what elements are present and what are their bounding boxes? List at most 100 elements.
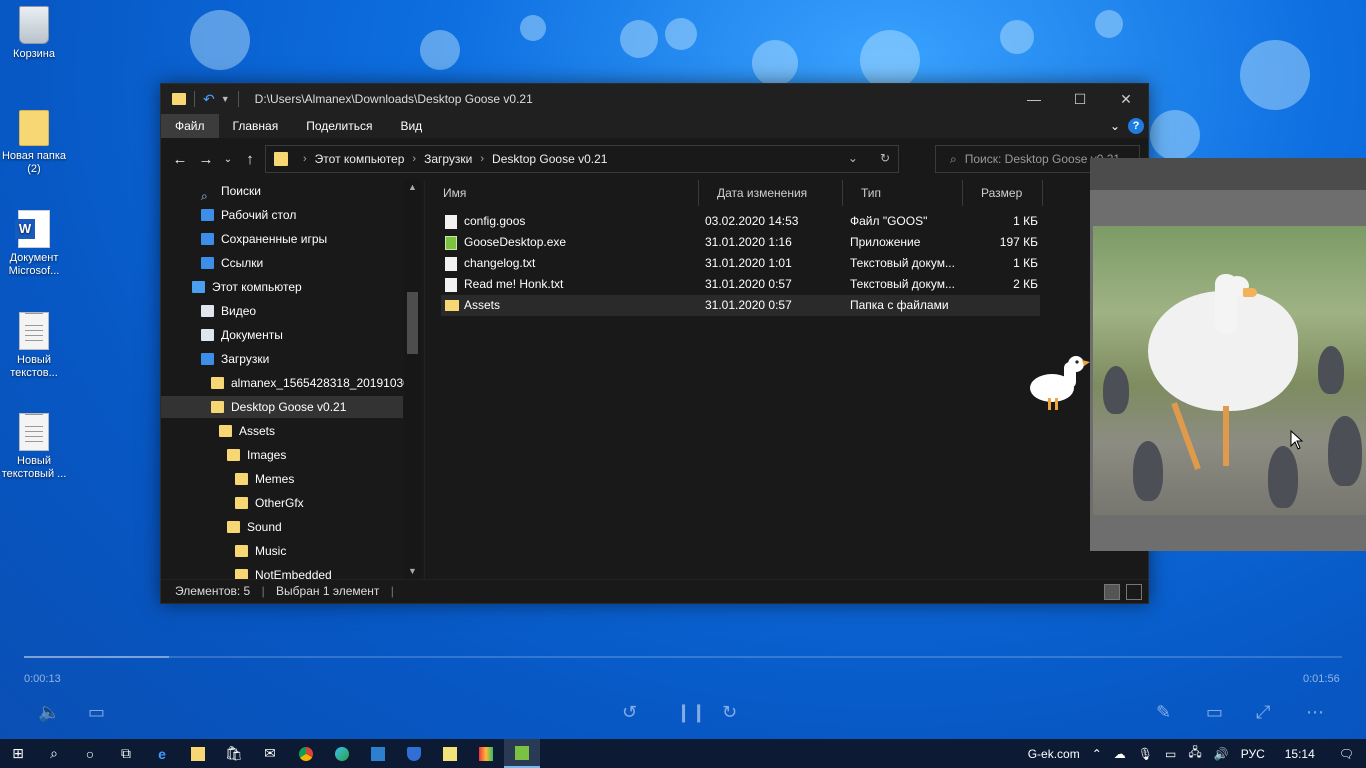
breadcrumb-downloads[interactable]: Загрузки	[424, 152, 472, 166]
rewind-10-icon[interactable]: ↺	[622, 702, 637, 723]
goose-desktop-taskbar-icon[interactable]	[504, 739, 540, 768]
subtitles-icon[interactable]: ▭	[88, 702, 105, 723]
meme-popup-window[interactable]	[1090, 158, 1366, 551]
forward-30-icon[interactable]: ↻	[722, 702, 737, 723]
task-view-icon[interactable]: ⧉	[108, 739, 144, 768]
nav-scrollbar[interactable]: ▲ ▼	[404, 180, 421, 581]
title-bar[interactable]: ↶ ▼ D:\Users\Almanex\Downloads\Desktop G…	[161, 84, 1148, 114]
refresh-icon[interactable]: ↻	[880, 151, 890, 165]
shield-icon[interactable]	[396, 739, 432, 768]
column-header-type[interactable]: Тип	[843, 180, 963, 206]
nav-item-downloads[interactable]: Загрузки	[201, 348, 269, 370]
maximize-button[interactable]: ☐	[1057, 84, 1103, 114]
nav-item-links[interactable]: Ссылки	[201, 252, 263, 274]
nav-item-assets[interactable]: Assets	[219, 420, 275, 442]
store-icon[interactable]: 🛍	[216, 739, 252, 768]
ribbon-expand-icon[interactable]: ⌄	[1110, 119, 1120, 133]
cortana-icon[interactable]: ○	[72, 739, 108, 768]
minimize-button[interactable]: —	[1011, 84, 1057, 114]
desktop-icon-word-doc[interactable]: W Документ Microsof...	[0, 210, 68, 278]
cloud-icon[interactable]: ☁	[1114, 747, 1126, 761]
chevron-right-icon[interactable]: ›	[303, 153, 307, 165]
paint-icon[interactable]	[468, 739, 504, 768]
scroll-up-icon[interactable]: ▲	[404, 182, 421, 192]
column-header-size[interactable]: Размер	[963, 180, 1043, 206]
desktop-goose-sprite[interactable]	[1026, 352, 1090, 416]
help-icon[interactable]: ?	[1128, 118, 1144, 134]
chevron-right-icon[interactable]: ›	[412, 153, 416, 165]
desktop-icon-text-doc-1[interactable]: Новый текстов...	[0, 312, 68, 380]
edit-icon[interactable]: ✎	[1156, 702, 1171, 723]
nav-item-video[interactable]: Видео	[201, 300, 256, 322]
nav-item-images[interactable]: Images	[227, 444, 286, 466]
file-row[interactable]: Read me! Honk.txt 31.01.2020 0:57 Тексто…	[441, 274, 1040, 295]
back-button[interactable]: ←	[167, 151, 193, 168]
edge-icon[interactable]: e	[144, 739, 180, 768]
search-icon[interactable]: ⌕	[36, 739, 72, 768]
large-icons-view-icon[interactable]	[1126, 584, 1142, 600]
notifications-icon[interactable]: 🗨	[1339, 747, 1354, 761]
up-button[interactable]: ↑	[237, 151, 263, 168]
chrome-icon[interactable]	[288, 739, 324, 768]
desktop-icon-recycle-bin[interactable]: Корзина	[0, 6, 68, 61]
popup-title-bar[interactable]	[1090, 158, 1366, 190]
undo-icon[interactable]: ↶	[203, 91, 215, 108]
battery-icon[interactable]: ▭	[1165, 747, 1176, 761]
column-header-date[interactable]: Дата изменения	[699, 180, 843, 206]
nav-item-almanex-folder[interactable]: almanex_1565428318_20191030	[211, 372, 410, 394]
media-progress-bar[interactable]	[24, 656, 1342, 658]
network-icon[interactable]: 🖧	[1188, 743, 1201, 764]
pause-icon[interactable]: ❙❙	[676, 702, 706, 723]
mini-view-icon[interactable]: ▭	[1206, 702, 1223, 723]
recent-locations-dropdown[interactable]: ⌄	[219, 154, 237, 165]
scroll-thumb[interactable]	[407, 292, 418, 354]
desktop-icon-new-folder[interactable]: Новая папка (2)	[0, 110, 68, 176]
breadcrumb-this-pc[interactable]: Этот компьютер	[315, 152, 405, 166]
address-dropdown-icon[interactable]: ⌄	[848, 151, 858, 165]
language-indicator[interactable]: РУС	[1241, 747, 1265, 761]
mail-icon[interactable]: ✉	[252, 739, 288, 768]
tab-home[interactable]: Главная	[219, 114, 293, 138]
microphone-icon[interactable]: 🎙	[1138, 747, 1153, 761]
clock[interactable]: 15:14	[1285, 747, 1315, 761]
nav-item-music[interactable]: Music	[235, 540, 286, 562]
nav-item-documents[interactable]: Документы	[201, 324, 283, 346]
notes-icon[interactable]	[432, 739, 468, 768]
nav-item-memes[interactable]: Memes	[235, 468, 294, 490]
desktop-icon-text-doc-2[interactable]: Новый текстовый ...	[0, 413, 68, 481]
close-button[interactable]: ✕	[1103, 84, 1149, 114]
chevron-right-icon[interactable]: ›	[480, 153, 484, 165]
file-row[interactable]: GooseDesktop.exe 31.01.2020 1:16 Приложе…	[441, 232, 1040, 253]
edge-chromium-icon[interactable]	[324, 739, 360, 768]
details-view-icon[interactable]	[1104, 584, 1120, 600]
breadcrumb-current[interactable]: Desktop Goose v0.21	[492, 152, 607, 166]
nav-item-this-pc[interactable]: Этот компьютер	[192, 276, 302, 298]
more-options-icon[interactable]: ⋯	[1306, 702, 1324, 723]
nav-item-searches[interactable]: ⌕ Поиски	[201, 180, 261, 203]
tab-file[interactable]: Файл	[161, 114, 219, 138]
file-row-selected[interactable]: Assets 31.01.2020 0:57 Папка с файлами	[441, 295, 1040, 316]
tab-share[interactable]: Поделиться	[292, 114, 386, 138]
chevron-up-icon[interactable]: ⌃	[1092, 747, 1102, 761]
nav-item-saved-games[interactable]: Сохраненные игры	[201, 228, 327, 250]
scroll-down-icon[interactable]: ▼	[404, 566, 421, 576]
column-header-name[interactable]: Имя	[425, 180, 699, 206]
forward-button[interactable]: →	[193, 151, 219, 168]
tab-view[interactable]: Вид	[386, 114, 436, 138]
file-explorer-icon[interactable]	[180, 739, 216, 768]
file-row[interactable]: changelog.txt 31.01.2020 1:01 Текстовый …	[441, 253, 1040, 274]
nav-item-desktop[interactable]: Рабочий стол	[201, 204, 296, 226]
volume-icon[interactable]: 🔊	[1214, 747, 1229, 761]
app-s-icon[interactable]	[360, 739, 396, 768]
nav-item-sound[interactable]: Sound	[227, 516, 282, 538]
start-button[interactable]: ⊞	[0, 739, 36, 768]
quick-access-dropdown-icon[interactable]: ▼	[221, 94, 230, 104]
nav-item-label: Assets	[239, 424, 276, 438]
nav-item-desktop-goose[interactable]: Desktop Goose v0.21	[161, 396, 403, 418]
fullscreen-icon[interactable]: ⤢	[1256, 702, 1270, 723]
file-type: Файл "GOOS"	[850, 214, 928, 228]
address-bar[interactable]: › Этот компьютер › Загрузки › Desktop Go…	[265, 145, 899, 173]
nav-item-othergfx[interactable]: OtherGfx	[235, 492, 304, 514]
file-row[interactable]: config.goos 03.02.2020 14:53 Файл "GOOS"…	[441, 211, 1040, 232]
volume-icon[interactable]: 🔈	[38, 702, 60, 723]
